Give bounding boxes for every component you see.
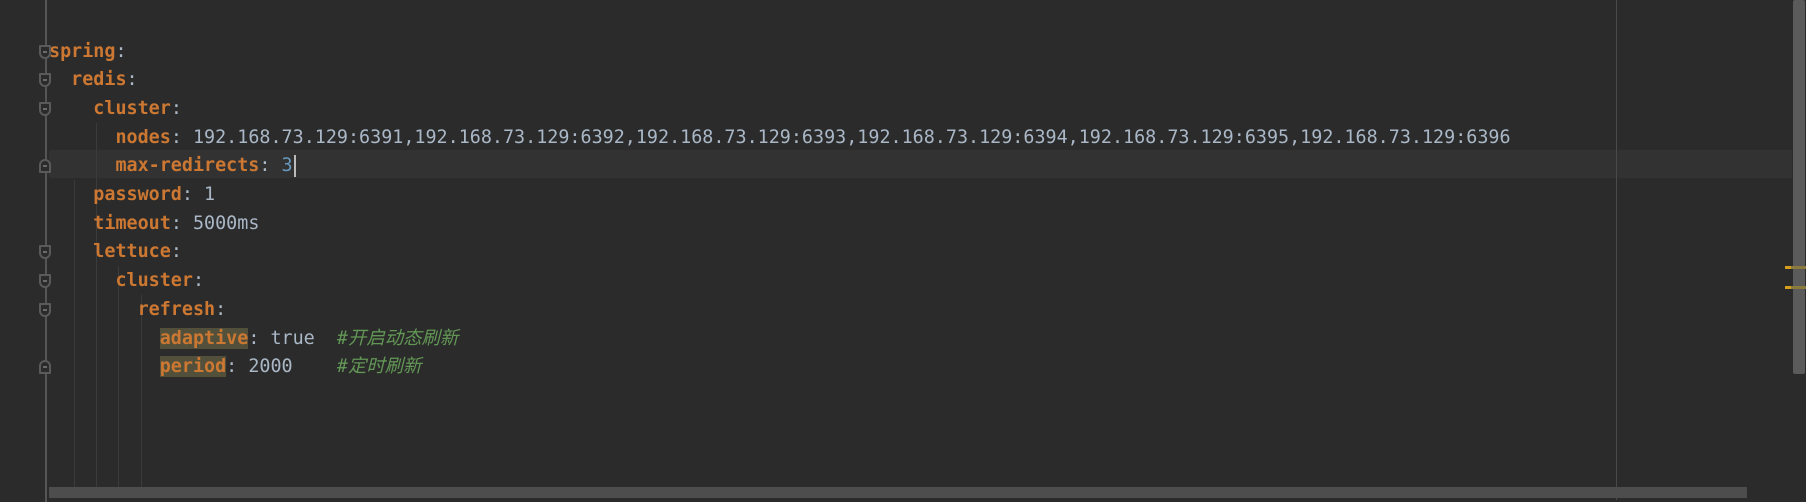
yaml-comment: #开启动态刷新 — [336, 327, 459, 349]
yaml-value: 192.168.73.129:6391,192.168.73.129:6392,… — [192, 126, 1511, 148]
vertical-scrollbar[interactable] — [1793, 0, 1805, 374]
colon: : — [170, 241, 182, 263]
yaml-value: 5000ms — [192, 212, 260, 234]
yaml-key: spring — [49, 40, 116, 62]
code-line[interactable]: cluster: — [49, 267, 204, 296]
fold-end-icon[interactable] — [39, 159, 51, 174]
code-line[interactable]: spring: — [49, 38, 127, 67]
colon: : — [181, 184, 193, 205]
yaml-value: true — [270, 327, 315, 349]
colon: : — [170, 126, 182, 148]
fold-collapse-icon[interactable] — [39, 44, 51, 59]
yaml-value: 1 — [204, 184, 216, 205]
yaml-key: adaptive — [159, 327, 249, 349]
fold-end-icon[interactable] — [39, 360, 51, 375]
current-line-highlight — [49, 150, 1792, 178]
code-line[interactable]: period: 2000 #定时刷新 — [49, 353, 422, 382]
yaml-key: max-redirects — [115, 155, 260, 177]
code-line[interactable]: redis: — [49, 66, 138, 95]
fold-collapse-icon[interactable] — [39, 245, 51, 260]
code-line[interactable]: adaptive: true #开启动态刷新 — [49, 325, 458, 354]
right-margin-guide — [1616, 0, 1617, 500]
colon: : — [226, 356, 238, 378]
error-stripe-marker[interactable] — [1785, 266, 1806, 269]
colon: : — [215, 298, 227, 320]
colon: : — [259, 155, 271, 177]
code-line[interactable]: cluster: — [49, 95, 182, 124]
code-line[interactable]: password: 1 — [49, 181, 215, 210]
yaml-key: timeout — [93, 212, 171, 234]
yaml-key: cluster — [93, 97, 171, 119]
code-line[interactable]: nodes: 192.168.73.129:6391,192.168.73.12… — [49, 124, 1511, 153]
yaml-comment: #定时刷新 — [336, 356, 422, 378]
yaml-key: password — [93, 184, 182, 205]
yaml-value: 3 — [281, 155, 293, 177]
colon: : — [192, 270, 205, 292]
colon: : — [170, 212, 182, 234]
yaml-key: period — [159, 356, 227, 378]
code-line[interactable]: max-redirects: 3 — [49, 152, 296, 181]
yaml-key: nodes — [115, 126, 171, 148]
colon: : — [170, 97, 182, 119]
code-line[interactable]: timeout: 5000ms — [49, 210, 259, 239]
horizontal-scrollbar[interactable] — [49, 487, 1747, 498]
code-line[interactable]: refresh: — [49, 296, 227, 325]
text-caret — [293, 155, 296, 178]
error-stripe-marker[interactable] — [1785, 286, 1806, 289]
yaml-key: refresh — [137, 298, 216, 320]
yaml-key: redis — [71, 69, 127, 91]
fold-collapse-icon[interactable] — [39, 73, 51, 88]
code-line[interactable]: lettuce: — [49, 238, 182, 267]
colon: : — [115, 40, 127, 62]
fold-collapse-icon[interactable] — [39, 274, 51, 289]
fold-collapse-icon[interactable] — [39, 302, 51, 317]
yaml-value: 2000 — [248, 356, 293, 378]
colon: : — [248, 327, 260, 349]
yaml-key: cluster — [115, 270, 193, 292]
colon: : — [126, 69, 138, 91]
yaml-key: lettuce — [93, 241, 171, 263]
fold-collapse-icon[interactable] — [39, 101, 51, 116]
